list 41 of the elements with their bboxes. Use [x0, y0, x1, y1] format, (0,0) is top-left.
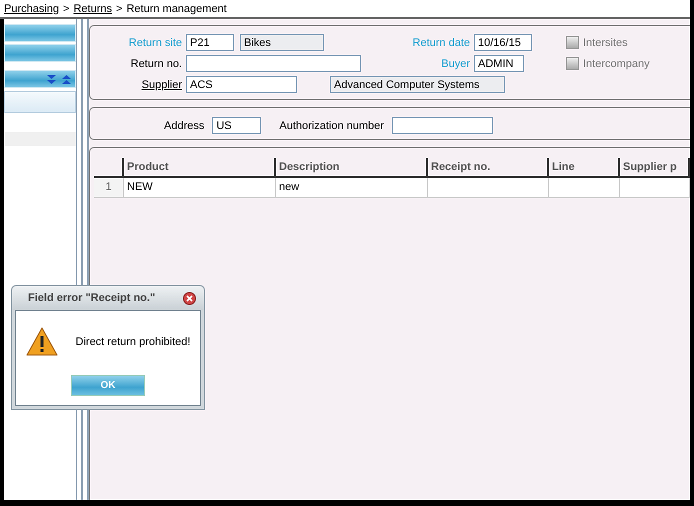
field-label: Buyer [440, 58, 471, 70]
row-number: 1 [94, 178, 124, 198]
field-label: Return site [128, 36, 183, 48]
breadcrumb-link[interactable]: Purchasing [4, 2, 60, 14]
field-label: Return date [412, 36, 471, 48]
field-label: Address [164, 120, 206, 132]
checkbox-label: Intercompany [583, 58, 650, 70]
column-header[interactable]: Supplier p [620, 158, 690, 178]
breadcrumb-separator: > [63, 2, 70, 14]
input-field[interactable]: ADMIN [474, 55, 524, 72]
input-field[interactable]: ACS [186, 76, 297, 93]
table-cell[interactable]: NEW [124, 178, 276, 198]
table-cell[interactable] [428, 178, 549, 198]
input-field[interactable]: Advanced Computer Systems [330, 76, 505, 93]
column-header[interactable]: Product [124, 158, 276, 178]
input-field[interactable] [392, 117, 493, 134]
input-field[interactable]: 10/16/15 [474, 34, 532, 51]
field-label: Return no. [130, 58, 183, 70]
warning-icon [26, 327, 58, 357]
breadcrumb-separator: > [116, 2, 122, 14]
input-field[interactable] [186, 55, 361, 72]
column-header[interactable]: Line [549, 158, 620, 178]
breadcrumb-link[interactable]: Returns [73, 2, 112, 14]
checkbox-label: Intersites [583, 36, 628, 48]
dialog-title: Field error "Receipt no." [28, 292, 156, 304]
breadcrumb-current: Return management [126, 2, 227, 14]
supplier-link[interactable]: Supplier [90, 78, 186, 90]
close-icon[interactable] [183, 292, 196, 304]
input-field[interactable]: US [212, 117, 262, 134]
table-cell[interactable] [620, 178, 690, 198]
field-label: Authorization number [279, 120, 385, 132]
table-cell[interactable] [549, 178, 620, 198]
collapse-all-icon[interactable] [62, 74, 71, 84]
input-field[interactable]: Bikes [240, 34, 324, 51]
column-header[interactable]: Description [276, 158, 428, 178]
column-header[interactable]: Receipt no. [428, 158, 549, 178]
dialog-message: Direct return prohibited! [76, 336, 190, 348]
table-cell[interactable]: new [276, 178, 428, 198]
sidebar-header-bar[interactable] [4, 70, 76, 88]
expand-all-icon[interactable] [46, 74, 56, 84]
input-field[interactable]: P21 [186, 34, 234, 51]
